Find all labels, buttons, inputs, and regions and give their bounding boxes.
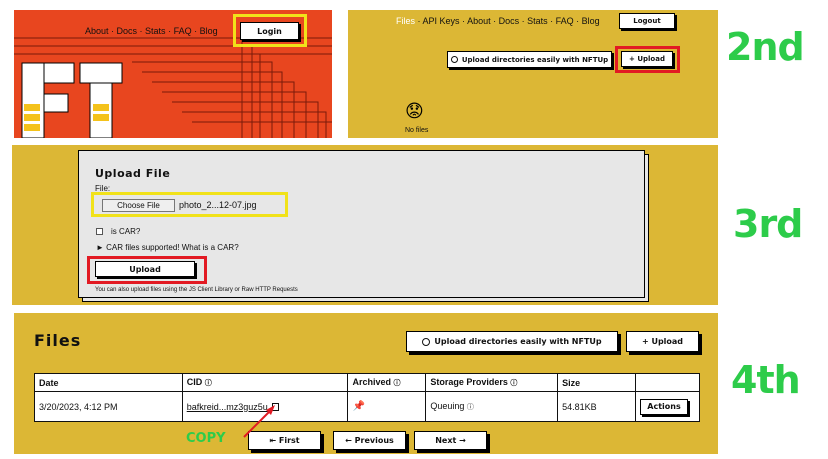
nav-about[interactable]: About <box>85 26 109 36</box>
files-table: Date CID ⓘ Archived ⓘ Storage Providers … <box>34 373 700 422</box>
car-checkbox[interactable] <box>96 228 103 235</box>
cell-cid: bafkreid...mz3guz5u <box>181 391 349 422</box>
upload-card: Upload File File: Choose File photo_2...… <box>78 150 645 298</box>
pager-first-button[interactable]: ⇤ First <box>248 431 321 450</box>
selected-filename: photo_2...12-07.jpg <box>179 200 257 210</box>
login-button[interactable]: Login <box>240 22 299 40</box>
nftup-button[interactable]: Upload directories easily with NFTUp <box>406 331 618 352</box>
logout-button[interactable]: Logout <box>619 13 675 29</box>
help-icon: ⓘ <box>466 404 474 411</box>
nav-docs[interactable]: Docs <box>117 26 138 36</box>
help-icon: ⓘ <box>510 380 518 387</box>
pin-icon: 📌 <box>352 401 365 412</box>
nftup-label: Upload directories easily with NFTUp <box>461 55 609 64</box>
panel-empty-files: Files · API Keys · About · Docs · Stats … <box>348 10 718 138</box>
help-icon: ⓘ <box>204 380 212 387</box>
upload-title: Upload File <box>95 167 171 180</box>
cell-date: 3/20/2023, 4:12 PM <box>34 391 183 422</box>
panel-file-list: Files Upload directories easily with NFT… <box>14 313 718 454</box>
step-label-4: 4th <box>731 358 801 402</box>
nftup-button[interactable]: Upload directories easily with NFTUp <box>447 51 612 68</box>
col-size: Size <box>557 373 636 392</box>
nav-blog[interactable]: Blog <box>582 16 600 26</box>
info-icon <box>422 337 431 346</box>
info-icon <box>450 56 458 63</box>
top-nav: About · Docs · Stats · FAQ · Blog <box>85 26 218 36</box>
copy-icon[interactable] <box>272 402 280 411</box>
pager-previous-button[interactable]: ← Previous <box>333 431 406 450</box>
nav-faq[interactable]: FAQ <box>174 26 192 36</box>
col-storage-providers: Storage Providers ⓘ <box>425 373 559 392</box>
car-info-disclosure[interactable]: ► CAR files supported! What is a CAR? <box>96 243 239 252</box>
col-cid: CID ⓘ <box>181 373 349 392</box>
files-title: Files <box>34 331 82 350</box>
table-header-row: Date CID ⓘ Archived ⓘ Storage Providers … <box>34 373 700 392</box>
nav-docs[interactable]: Docs <box>499 16 520 26</box>
car-checkbox-label: is CAR? <box>111 227 141 236</box>
cell-size: 54.81KB <box>557 391 636 422</box>
nav-faq[interactable]: FAQ <box>556 16 574 26</box>
col-actions <box>635 373 700 392</box>
nav-stats[interactable]: Stats <box>145 26 166 36</box>
sad-face-icon: 😟 <box>405 101 424 122</box>
alt-upload-note: You can also upload files using the JS C… <box>95 287 298 293</box>
disclosure-triangle-icon: ► <box>96 243 107 252</box>
help-icon: ⓘ <box>393 380 401 387</box>
col-date: Date <box>34 373 183 392</box>
empty-state-text: No files <box>405 127 429 134</box>
col-archived: Archived ⓘ <box>347 373 427 392</box>
step-label-3: 3rd <box>733 202 803 246</box>
status-text: Queuing <box>430 401 465 411</box>
panel-login-page: About · Docs · Stats · FAQ · Blog Login <box>14 10 332 138</box>
actions-button[interactable]: Actions <box>640 398 688 415</box>
nav-api-keys[interactable]: API Keys <box>423 16 460 26</box>
car-info-text: CAR files supported! What is a CAR? <box>106 243 239 252</box>
nftup-label: Upload directories easily with NFTUp <box>434 337 602 346</box>
choose-file-button[interactable]: Choose File <box>102 199 175 212</box>
cid-link[interactable]: bafkreid...mz3guz5u <box>187 402 268 412</box>
panel-upload-form: Upload File File: Choose File photo_2...… <box>12 145 718 305</box>
step-label-2: 2nd <box>726 25 805 69</box>
cell-archived: 📌 <box>347 391 427 422</box>
top-nav: Files · API Keys · About · Docs · Stats … <box>396 16 600 26</box>
nav-stats[interactable]: Stats <box>527 16 548 26</box>
cell-storage-providers: Queuing ⓘ <box>425 391 559 422</box>
cell-actions: Actions <box>635 391 700 422</box>
table-row: 3/20/2023, 4:12 PM bafkreid...mz3guz5u 📌… <box>34 391 700 422</box>
pager-next-button[interactable]: Next → <box>414 431 487 450</box>
copy-annotation: COPY <box>186 431 226 446</box>
nav-about[interactable]: About <box>467 16 491 26</box>
submit-upload-button[interactable]: Upload <box>95 261 195 277</box>
nav-blog[interactable]: Blog <box>200 26 218 36</box>
nav-files[interactable]: Files <box>396 16 415 26</box>
upload-button[interactable]: + Upload <box>621 51 673 67</box>
upload-button[interactable]: + Upload <box>626 331 699 352</box>
